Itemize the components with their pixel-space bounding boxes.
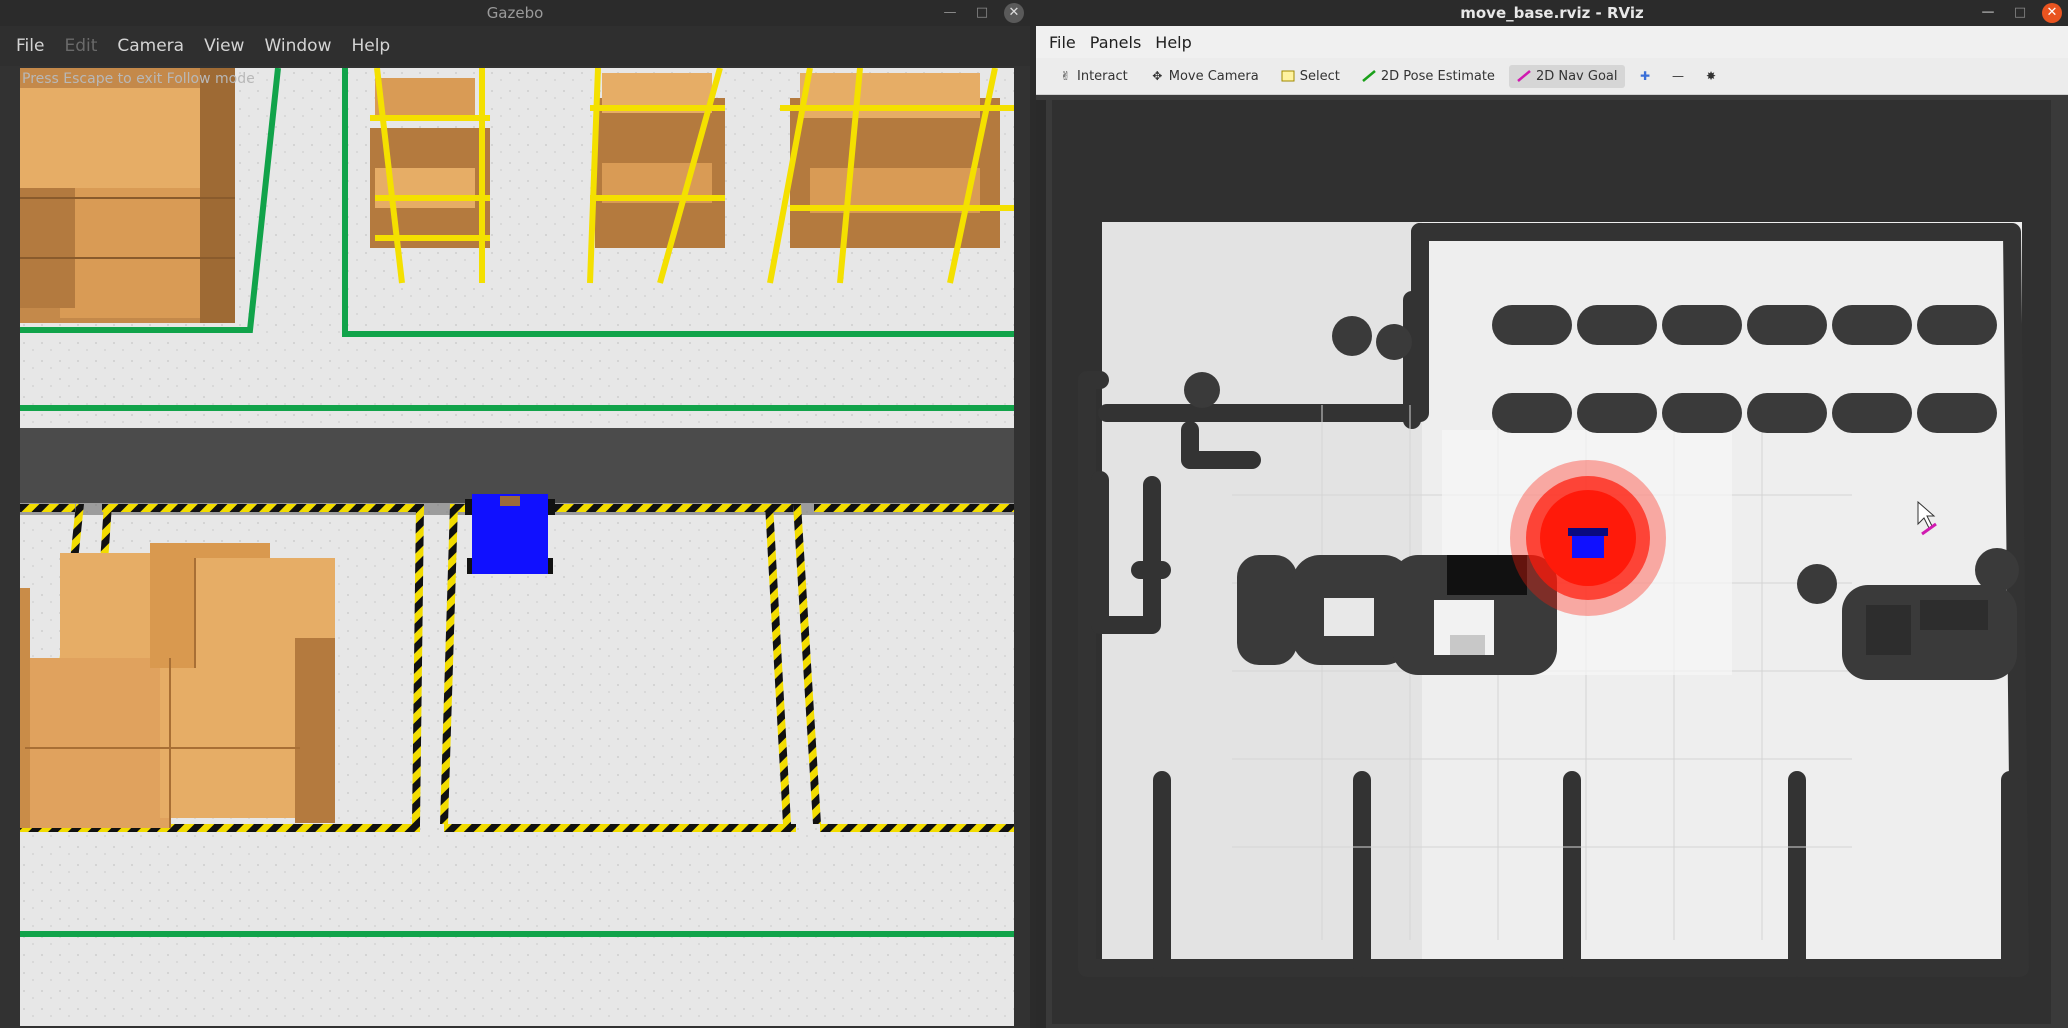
rviz-menubar: File Panels Help (1036, 26, 2068, 58)
pose-estimate-tool-button[interactable]: 2D Pose Estimate (1354, 65, 1503, 88)
menu-view[interactable]: View (194, 36, 254, 56)
menu-file[interactable]: File (6, 36, 54, 56)
menu-help[interactable]: Help (1148, 33, 1198, 52)
gazebo-menubar: File Edit Camera View Window Help (0, 26, 1030, 66)
green-arrow-icon (1362, 69, 1377, 83)
menu-window[interactable]: Window (254, 36, 341, 56)
move-camera-tool-button[interactable]: ✥ Move Camera (1142, 65, 1267, 88)
tool-properties-button[interactable]: ✸ (1697, 66, 1724, 87)
close-icon[interactable]: ✕ (2042, 3, 2062, 23)
pink-arrow-icon (1517, 69, 1532, 83)
rviz-toolbar: ✌ Interact ✥ Move Camera Select 2D Pose … (1036, 58, 2068, 95)
rviz-window: move_base.rviz - RViz — □ ✕ File Panels … (1036, 0, 2068, 1028)
menu-camera[interactable]: Camera (107, 36, 194, 56)
maximize-icon[interactable]: □ (2010, 3, 2030, 23)
maximize-icon[interactable]: □ (972, 3, 992, 23)
box-stack-top-left (20, 68, 235, 323)
box-pile-bottom-left (20, 543, 335, 828)
hand-icon: ✌ (1060, 68, 1071, 83)
tool-label: 2D Pose Estimate (1380, 68, 1495, 84)
select-box-icon (1281, 70, 1296, 83)
minimize-icon[interactable]: — (940, 3, 960, 23)
gazebo-window-title: Gazebo (486, 4, 544, 22)
close-icon[interactable]: ✕ (1004, 3, 1024, 23)
nav-goal-tool-button[interactable]: 2D Nav Goal (1508, 64, 1626, 88)
menu-edit[interactable]: Edit (54, 36, 107, 56)
camera-move-icon: ✥ (1152, 68, 1163, 83)
tool-label: Move Camera (1168, 68, 1259, 84)
rviz-window-title: move_base.rviz - RViz (1460, 4, 1644, 22)
warehouse-scene (20, 68, 1014, 1026)
minus-icon: — (1671, 68, 1684, 83)
aisle-band (20, 428, 1014, 503)
target-icon: ✸ (1705, 68, 1717, 83)
select-tool-button[interactable]: Select (1273, 65, 1348, 88)
gazebo-titlebar: Gazebo — □ ✕ (0, 0, 1030, 26)
remove-tool-button[interactable]: — (1664, 66, 1691, 87)
tool-label: Interact (1077, 68, 1128, 84)
robot-model (465, 494, 555, 574)
occupancy-map (1078, 222, 2029, 977)
add-tool-button[interactable]: ✚ (1631, 66, 1658, 87)
gazebo-3d-viewport[interactable]: Press Escape to exit Follow mode (20, 68, 1014, 1026)
menu-help[interactable]: Help (341, 36, 400, 56)
crosshair-plus-icon: ✚ (1639, 68, 1651, 83)
menu-file[interactable]: File (1042, 33, 1083, 52)
rviz-3d-view[interactable] (1052, 100, 2051, 1024)
tool-label: Select (1299, 68, 1340, 84)
follow-mode-hint: Press Escape to exit Follow mode (22, 71, 255, 87)
interact-tool-button[interactable]: ✌ Interact (1050, 65, 1136, 88)
menu-panels[interactable]: Panels (1083, 33, 1149, 52)
minimize-icon[interactable]: — (1978, 3, 1998, 23)
rviz-left-splitter[interactable] (1036, 100, 1046, 1028)
gazebo-window: Gazebo — □ ✕ File Edit Camera View Windo… (0, 0, 1030, 1028)
tool-label: 2D Nav Goal (1535, 68, 1618, 84)
rviz-titlebar: move_base.rviz - RViz — □ ✕ (1036, 0, 2068, 26)
robot-marker (1568, 528, 1608, 558)
